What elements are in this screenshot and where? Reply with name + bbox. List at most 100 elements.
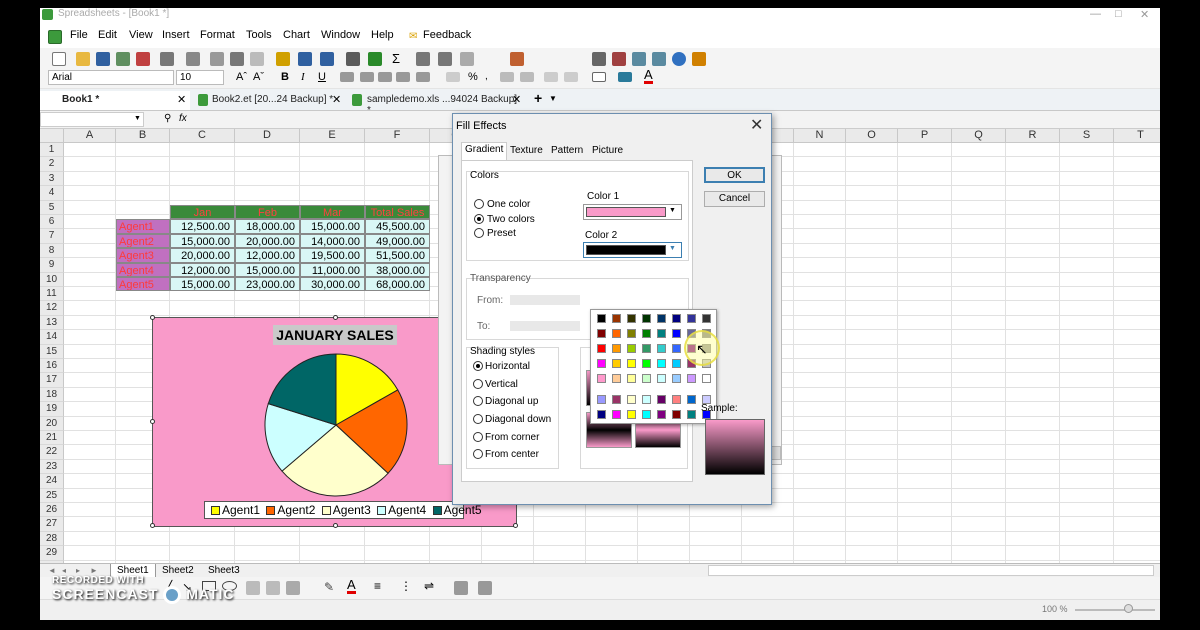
dash-style-icon[interactable]: ⋮ <box>400 579 412 593</box>
row-header-25[interactable]: 25 <box>40 488 64 503</box>
chart-legend[interactable]: Agent1 Agent2 Agent3 Agent4 Agent5 <box>204 501 482 519</box>
first-sheet-icon[interactable]: ◄ <box>48 566 56 575</box>
wordart-icon[interactable] <box>266 581 280 595</box>
palette-swatch[interactable] <box>672 344 681 353</box>
palette-swatch[interactable] <box>612 314 621 323</box>
palette-swatch[interactable] <box>627 410 636 419</box>
radio-two-colors[interactable] <box>474 214 484 224</box>
pie-plot[interactable] <box>261 350 411 500</box>
bold-icon[interactable]: B <box>281 71 289 83</box>
find-icon[interactable] <box>592 52 606 66</box>
resize-handle[interactable] <box>150 419 155 424</box>
row-header-6[interactable]: 6 <box>40 215 64 230</box>
menu-feedback[interactable]: Feedback <box>423 29 471 41</box>
value-cell[interactable]: 14,000.00 <box>300 233 365 249</box>
row-header-21[interactable]: 21 <box>40 431 64 446</box>
palette-swatch[interactable] <box>597 314 606 323</box>
palette-swatch[interactable] <box>642 410 651 419</box>
palette-swatch[interactable] <box>702 374 711 383</box>
redo-icon[interactable] <box>320 52 334 66</box>
palette-swatch[interactable] <box>597 374 606 383</box>
resize-handle[interactable] <box>150 523 155 528</box>
palette-swatch[interactable] <box>672 410 681 419</box>
palette-swatch[interactable] <box>627 359 636 368</box>
row-header-9[interactable]: 9 <box>40 258 64 273</box>
zoom-slider-thumb[interactable] <box>1124 604 1133 613</box>
filter-icon[interactable] <box>460 52 474 66</box>
to-slider[interactable] <box>510 321 580 331</box>
copy-icon[interactable] <box>210 52 224 66</box>
row-header-5[interactable]: 5 <box>40 200 64 215</box>
row-header-17[interactable]: 17 <box>40 373 64 388</box>
menu-window[interactable]: Window <box>321 29 360 41</box>
palette-swatch[interactable] <box>672 359 681 368</box>
row-header-28[interactable]: 28 <box>40 531 64 547</box>
value-cell[interactable]: 68,000.00 <box>365 277 430 292</box>
indent-icon[interactable] <box>544 72 558 82</box>
home-icon[interactable] <box>652 52 666 66</box>
menu-file[interactable]: File <box>70 29 88 41</box>
row-header-27[interactable]: 27 <box>40 517 64 532</box>
tab-close-icon[interactable]: ✕ <box>332 93 341 106</box>
menu-insert[interactable]: Insert <box>162 29 190 41</box>
menu-help[interactable]: Help <box>371 29 394 41</box>
print-icon[interactable] <box>160 52 174 66</box>
agent-cell[interactable]: Agent3 <box>116 248 170 263</box>
row-header-12[interactable]: 12 <box>40 301 64 316</box>
tab-gradient[interactable]: Gradient <box>461 142 508 160</box>
column-header-n[interactable]: N <box>794 129 846 143</box>
cancel-button[interactable]: Cancel <box>704 191 765 207</box>
agent-cell[interactable]: Agent1 <box>116 219 170 234</box>
pen-icon[interactable]: ✎ <box>324 580 334 594</box>
column-header-b[interactable]: B <box>116 129 170 143</box>
tab-pattern[interactable]: Pattern <box>548 144 586 160</box>
row-header-13[interactable]: 13 <box>40 315 64 331</box>
italic-icon[interactable]: I <box>301 71 305 83</box>
last-sheet-icon[interactable]: ► <box>90 566 98 575</box>
tab-close-icon[interactable]: ✕ <box>512 93 521 106</box>
from-slider[interactable] <box>510 295 580 305</box>
tab-close-icon[interactable]: ✕ <box>177 93 186 106</box>
value-cell[interactable]: 23,000.00 <box>235 277 300 292</box>
value-cell[interactable]: 12,500.00 <box>170 219 235 234</box>
resize-handle[interactable] <box>333 315 338 320</box>
value-cell[interactable]: 45,500.00 <box>365 219 430 234</box>
radio-from-center[interactable] <box>473 449 483 459</box>
borders-icon[interactable] <box>592 72 606 82</box>
cut-icon[interactable] <box>230 52 244 66</box>
value-cell[interactable]: 20,000.00 <box>235 233 300 249</box>
color-palette[interactable] <box>590 309 717 424</box>
palette-swatch[interactable] <box>612 329 621 338</box>
pdf-icon[interactable] <box>136 52 150 66</box>
agent-cell[interactable]: Agent2 <box>116 233 170 249</box>
header-mar[interactable]: Mar <box>300 205 365 220</box>
value-cell[interactable]: 12,000.00 <box>235 248 300 263</box>
help-icon[interactable] <box>672 52 686 66</box>
3d-icon[interactable] <box>478 581 492 595</box>
radio-diagonal-up[interactable] <box>473 396 483 406</box>
color1-chevron-icon[interactable]: ▼ <box>669 207 676 214</box>
row-header-22[interactable]: 22 <box>40 445 64 460</box>
app-menu-icon[interactable] <box>48 30 62 44</box>
increase-decimal-icon[interactable] <box>500 72 514 82</box>
row-header-15[interactable]: 15 <box>40 344 64 359</box>
next-sheet-icon[interactable]: ▸ <box>76 566 80 575</box>
chart-title[interactable]: JANUARY SALES <box>273 325 397 345</box>
tab-picture[interactable]: Picture <box>589 144 626 160</box>
column-header-r[interactable]: R <box>1006 129 1060 143</box>
row-header-11[interactable]: 11 <box>40 287 64 302</box>
draw-font-color-icon[interactable]: A <box>347 578 356 594</box>
palette-swatch[interactable] <box>597 395 606 404</box>
palette-swatch[interactable] <box>642 314 651 323</box>
palette-swatch[interactable] <box>642 329 651 338</box>
palette-swatch[interactable] <box>657 329 666 338</box>
value-cell[interactable]: 15,000.00 <box>300 219 365 234</box>
palette-swatch[interactable] <box>657 344 666 353</box>
row-header-2[interactable]: 2 <box>40 157 64 172</box>
sort-ascending-icon[interactable] <box>416 52 430 66</box>
autosum-icon[interactable]: Σ <box>392 51 400 66</box>
header-feb[interactable]: Feb <box>235 205 300 220</box>
menu-edit[interactable]: Edit <box>98 29 117 41</box>
font-color-icon[interactable]: A <box>644 68 653 84</box>
radio-preset[interactable] <box>474 228 484 238</box>
